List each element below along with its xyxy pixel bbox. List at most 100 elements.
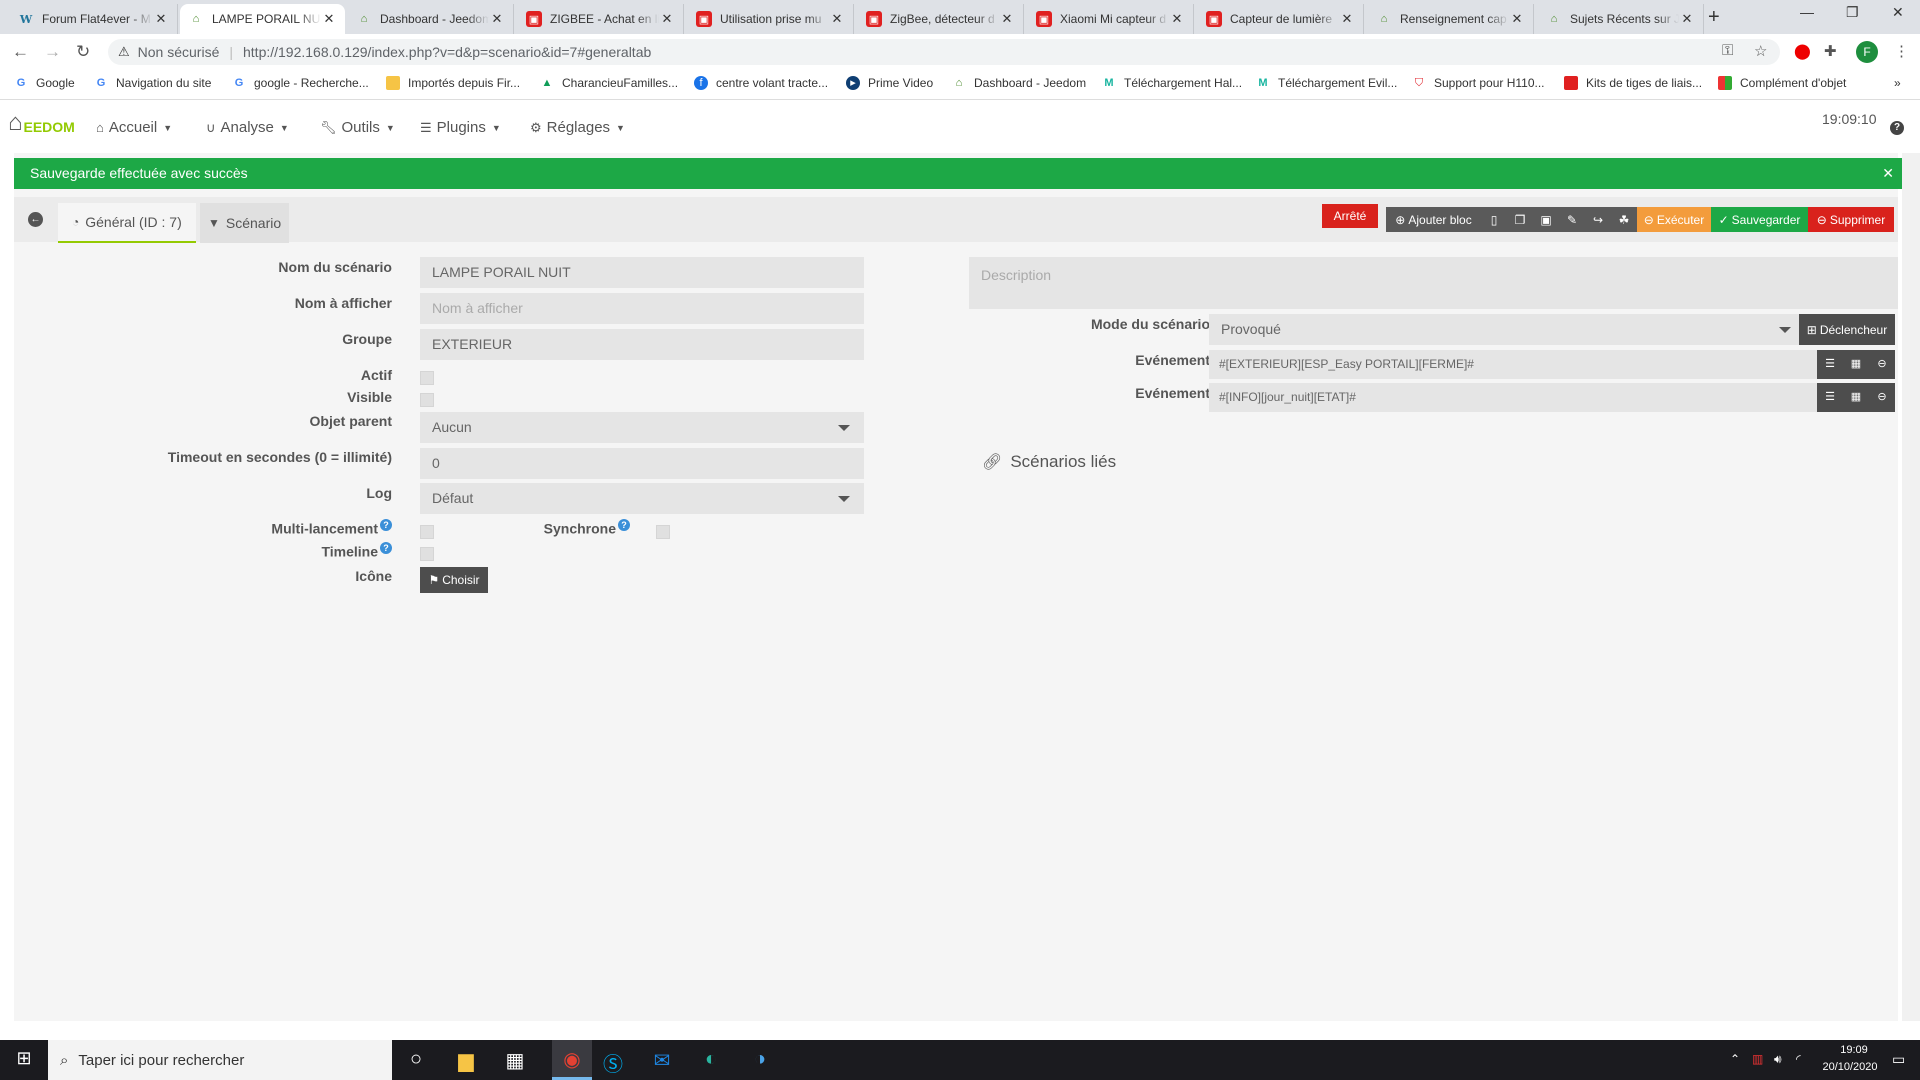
mode-select[interactable]: Provoqué: [1209, 314, 1805, 345]
app-icon[interactable]: ◑: [748, 1048, 772, 1071]
task-view-icon[interactable]: ○: [404, 1048, 428, 1071]
profile-avatar[interactable]: F: [1856, 41, 1878, 63]
tab-scenario[interactable]: ▼ Scénario: [200, 203, 290, 243]
close-icon[interactable]: ✕: [153, 11, 169, 27]
browser-tab[interactable]: ⌂ Dashboard - Jeedom ✕: [348, 4, 514, 34]
dependencies-button[interactable]: ☘: [1611, 207, 1637, 232]
back-arrow-icon[interactable]: ←: [12, 42, 29, 62]
star-icon[interactable]: ☆: [1754, 42, 1767, 60]
close-icon[interactable]: ✕: [489, 11, 505, 27]
help-question-icon[interactable]: ?: [380, 519, 392, 531]
store-icon[interactable]: ▦: [503, 1048, 527, 1073]
add-block-button[interactable]: ⊕ Ajouter bloc: [1386, 207, 1481, 232]
bookmark[interactable]: f centre volant tracte...: [694, 76, 828, 90]
browser-tab-active[interactable]: ⌂ LAMPE PORAIL NUIT ✕: [180, 4, 345, 34]
add-trigger-button[interactable]: ⊞ Déclencheur: [1799, 314, 1895, 345]
tray-date[interactable]: 20/10/2020: [1814, 1061, 1886, 1073]
bookmark[interactable]: ▲ CharancieuFamilles...: [540, 76, 679, 90]
window-close-icon[interactable]: ✕: [1892, 4, 1904, 21]
bookmark[interactable]: Complément d'objet: [1718, 76, 1846, 90]
synchronous-checkbox[interactable]: [656, 525, 670, 539]
log-file-button[interactable]: ▯: [1481, 207, 1507, 232]
delete-button[interactable]: ⊖ Supprimer: [1808, 207, 1894, 232]
bookmark[interactable]: ▸ Prime Video: [846, 76, 933, 90]
display-name-input[interactable]: Nom à afficher: [420, 293, 864, 324]
file-explorer-icon[interactable]: ▆: [454, 1048, 478, 1073]
chrome-icon[interactable]: ◉: [552, 1040, 592, 1080]
bookmark[interactable]: ⛉ Support pour H110...: [1412, 76, 1545, 90]
calculator-icon[interactable]: ▦: [1843, 383, 1869, 412]
log-select[interactable]: Défaut: [420, 483, 864, 514]
visible-checkbox[interactable]: [420, 393, 434, 407]
browser-tab[interactable]: ⌂ Renseignement cap ✕: [1368, 4, 1534, 34]
edit-button[interactable]: ✎: [1559, 207, 1585, 232]
bookmark[interactable]: G Navigation du site: [94, 76, 212, 90]
tray-time[interactable]: 19:09: [1822, 1044, 1886, 1056]
calculator-icon[interactable]: ▦: [1843, 350, 1869, 379]
mail-icon[interactable]: ✉: [650, 1048, 674, 1073]
browser-tab[interactable]: ▣ ZigBee, détecteur d ✕: [858, 4, 1024, 34]
close-icon[interactable]: ✕: [321, 11, 337, 27]
browser-tab[interactable]: ▣ Capteur de lumière ✕: [1198, 4, 1364, 34]
help-question-icon[interactable]: ?: [618, 519, 630, 531]
timeline-checkbox[interactable]: [420, 547, 434, 561]
page-scrollbar[interactable]: [1902, 153, 1920, 1021]
reload-icon[interactable]: ↻: [76, 42, 90, 62]
parent-object-select[interactable]: Aucun: [420, 412, 864, 443]
close-icon[interactable]: ✕: [1169, 11, 1185, 27]
timeout-input[interactable]: 0: [420, 448, 864, 479]
close-icon[interactable]: ✕: [1509, 11, 1525, 27]
execute-button[interactable]: ⊖ Exécuter: [1637, 207, 1711, 232]
bookmark[interactable]: Ggoogle - Recherche...: [232, 76, 369, 90]
battery-icon[interactable]: ▥: [1752, 1052, 1763, 1066]
bookmark[interactable]: Importés depuis Fir...: [386, 76, 520, 90]
extensions-puzzle-icon[interactable]: ✚: [1824, 42, 1837, 60]
menu-outils[interactable]: 🔧︎ Outils ▼: [320, 119, 395, 136]
menu-accueil[interactable]: ⌂ Accueil ▼: [96, 119, 172, 136]
list-icon[interactable]: ☰: [1817, 350, 1843, 379]
close-icon[interactable]: ✕: [1882, 158, 1894, 189]
choose-icon-button[interactable]: ⚑ Choisir: [420, 567, 488, 593]
group-input[interactable]: EXTERIEUR: [420, 329, 864, 360]
kebab-menu-icon[interactable]: ⋮: [1894, 42, 1909, 60]
export-button[interactable]: ↪: [1585, 207, 1611, 232]
volume-icon[interactable]: 🔊︎: [1774, 1052, 1782, 1067]
maximize-icon[interactable]: ❐: [1846, 4, 1859, 21]
jeedom-logo[interactable]: ⌂ EEDOM: [8, 111, 75, 136]
help-question-icon[interactable]: ?: [1890, 121, 1904, 135]
bookmark[interactable]: ⌂ Dashboard - Jeedom: [952, 76, 1086, 90]
back-circle-icon[interactable]: ←: [28, 212, 43, 227]
save-button[interactable]: ✓ Sauvegarder: [1711, 207, 1808, 232]
active-checkbox[interactable]: [420, 371, 434, 385]
help-question-icon[interactable]: ?: [380, 542, 392, 554]
network-icon[interactable]: ◜: [1796, 1052, 1801, 1066]
windows-start-icon[interactable]: ⊞: [12, 1048, 36, 1069]
browser-tab[interactable]: ⌂ Sujets Récents sur J ✕: [1538, 4, 1704, 34]
remove-circle-icon[interactable]: ⊖: [1869, 350, 1895, 379]
close-icon[interactable]: ✕: [1679, 11, 1695, 27]
url-text[interactable]: http://192.168.0.129/index.php?v=d&p=sce…: [243, 44, 651, 60]
close-icon[interactable]: ✕: [999, 11, 1015, 27]
bookmark[interactable]: G Google: [14, 76, 75, 90]
menu-analyse[interactable]: ∪ Analyse ▼: [206, 119, 289, 136]
template-button[interactable]: ▣: [1533, 207, 1559, 232]
minimize-icon[interactable]: —: [1800, 4, 1814, 20]
remove-circle-icon[interactable]: ⊖: [1869, 383, 1895, 412]
notification-icon[interactable]: ▭: [1892, 1051, 1905, 1068]
menu-plugins[interactable]: ☰ Plugins ▼: [420, 119, 501, 136]
browser-tab[interactable]: ▣ Xiaomi Mi capteur d ✕: [1028, 4, 1194, 34]
address-bar[interactable]: ⚠ Non sécurisé | http://192.168.0.129/in…: [108, 39, 1780, 65]
key-icon[interactable]: ⚿: [1722, 42, 1733, 59]
scenario-name-input[interactable]: LAMPE PORAIL NUIT: [420, 257, 864, 288]
security-label[interactable]: Non sécurisé: [138, 44, 220, 60]
menu-reglages[interactable]: ⚙ Réglages ▼: [530, 119, 625, 136]
chevron-up-icon[interactable]: ⌃: [1730, 1052, 1740, 1066]
browser-tab[interactable]: ▣ ZIGBEE - Achat en li ✕: [518, 4, 684, 34]
multi-launch-checkbox[interactable]: [420, 525, 434, 539]
browser-tab[interactable]: ▣ Utilisation prise mu ✕: [688, 4, 854, 34]
tab-general[interactable]: ◔ Général (ID : 7): [58, 203, 196, 243]
close-icon[interactable]: ✕: [659, 11, 675, 27]
skype-icon[interactable]: Ⓢ: [601, 1048, 625, 1077]
close-icon[interactable]: ✕: [1339, 11, 1355, 27]
forward-arrow-icon[interactable]: →: [44, 42, 61, 62]
